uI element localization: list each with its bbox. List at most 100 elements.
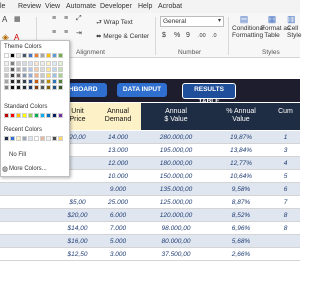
theme-shade-swatch[interactable] [52,85,57,90]
theme-color-swatch[interactable] [10,53,15,58]
cell-annual-value[interactable]: 125.000,00 [141,196,211,209]
cell-annual-pct[interactable]: 6,96% [211,222,271,235]
format-as-table-button[interactable]: ▦ Format as Table [261,14,290,39]
theme-shade-swatch[interactable] [10,79,15,84]
conditional-formatting-button[interactable]: ▤ Conditional Formatting [232,14,265,39]
standard-color-swatch[interactable] [34,113,39,118]
cell-annual-demand[interactable]: 9.000 [95,183,141,196]
theme-shade-swatch[interactable] [16,85,21,90]
menu-developer[interactable]: Developer [100,3,132,10]
cell-annual-demand[interactable]: 10.000 [95,170,141,183]
recent-color-swatch[interactable] [58,136,63,141]
cell-annual-value[interactable]: 98.000,00 [141,222,211,235]
menu-review[interactable]: Review [18,3,41,10]
theme-shade-swatch[interactable] [10,73,15,78]
theme-shade-swatch[interactable] [16,73,21,78]
align-top-icon[interactable]: ≡ [52,15,56,22]
theme-shade-swatch[interactable] [58,61,63,66]
theme-shade-swatch[interactable] [22,85,27,90]
theme-shade-swatch[interactable] [22,67,27,72]
standard-color-swatch[interactable] [10,113,15,118]
cell-cumulative[interactable]: 3 [271,144,300,157]
cell-cumulative[interactable]: 4 [271,157,300,170]
menu-file[interactable]: le [0,3,5,10]
theme-color-swatch[interactable] [4,53,9,58]
standard-color-swatch[interactable] [58,113,63,118]
theme-shade-swatch[interactable] [46,85,51,90]
cell-annual-pct[interactable]: 8,87% [211,196,271,209]
theme-shade-swatch[interactable] [28,67,33,72]
cell-unit-price[interactable]: $5,00 [60,196,95,209]
theme-shade-swatch[interactable] [4,67,9,72]
increase-decimal-button[interactable]: .00 [198,33,206,39]
cell-unit-price[interactable]: $12,50 [60,248,95,261]
theme-shade-swatch[interactable] [34,67,39,72]
theme-color-swatch[interactable] [40,53,45,58]
recent-color-swatch[interactable] [34,136,39,141]
theme-shade-swatch[interactable] [34,61,39,66]
theme-color-swatch[interactable] [34,53,39,58]
cell-annual-value[interactable]: 150.000,00 [141,170,211,183]
cell-unit-price[interactable]: $20,00 [60,209,95,222]
align-left-icon[interactable]: ≡ [52,29,56,36]
number-format-select[interactable]: General ▾ [160,16,224,27]
theme-shade-swatch[interactable] [34,85,39,90]
cell-unit-price[interactable]: $16,00 [60,235,95,248]
cell-annual-pct[interactable]: 2,66% [211,248,271,261]
theme-color-swatch[interactable] [52,53,57,58]
theme-color-swatch[interactable] [28,53,33,58]
theme-shade-swatch[interactable] [22,79,27,84]
cell-annual-demand[interactable]: 12.000 [95,157,141,170]
align-middle-icon[interactable]: ≡ [64,15,68,22]
theme-shade-swatch[interactable] [10,67,15,72]
decrease-decimal-button[interactable]: .0 [212,33,217,39]
standard-color-swatch[interactable] [16,113,21,118]
cell-annual-demand[interactable]: 5.000 [95,235,141,248]
menu-help[interactable]: Help [138,3,152,10]
cell-cumulative[interactable]: 7 [271,196,300,209]
cell-cumulative[interactable]: 8 [271,209,300,222]
cell-unit-price[interactable]: $14,00 [60,222,95,235]
cell-annual-demand[interactable]: 14.000 [95,131,141,144]
cell-cumulative[interactable]: 1 [271,131,300,144]
theme-shade-swatch[interactable] [28,61,33,66]
align-center-icon[interactable]: ≡ [64,29,68,36]
theme-shade-swatch[interactable] [52,73,57,78]
cell-annual-value[interactable]: 180.000,00 [141,157,211,170]
cell-annual-demand[interactable]: 3.000 [95,248,141,261]
currency-button[interactable]: $ [162,32,166,39]
cell-annual-pct[interactable]: 13,84% [211,144,271,157]
borders-icon[interactable]: ▦ [14,15,21,23]
cell-annual-value[interactable]: 120.000,00 [141,209,211,222]
theme-shade-swatch[interactable] [22,73,27,78]
merge-center-button[interactable]: ⬌ Merge & Center [96,32,149,40]
theme-shade-swatch[interactable] [40,85,45,90]
theme-shade-swatch[interactable] [58,73,63,78]
theme-shade-swatch[interactable] [52,79,57,84]
theme-shade-swatch[interactable] [4,73,9,78]
standard-color-swatch[interactable] [40,113,45,118]
recent-color-swatch[interactable] [52,136,57,141]
cell-cumulative[interactable]: 6 [271,183,300,196]
cell-cumulative[interactable]: 5 [271,170,300,183]
wrap-text-button[interactable]: ⮐ Wrap Text [96,18,133,29]
theme-shade-swatch[interactable] [34,79,39,84]
comma-style-button[interactable]: 9 [186,32,190,39]
theme-shade-swatch[interactable] [4,85,9,90]
cell-annual-value[interactable]: 37.500,00 [141,248,211,261]
theme-shade-swatch[interactable] [22,61,27,66]
theme-shade-swatch[interactable] [46,67,51,72]
standard-color-swatch[interactable] [46,113,51,118]
theme-shade-swatch[interactable] [16,61,21,66]
cell-annual-value[interactable]: 280.000,00 [141,131,211,144]
theme-shade-swatch[interactable] [28,85,33,90]
theme-color-swatch[interactable] [58,53,63,58]
recent-color-swatch[interactable] [40,136,45,141]
cell-annual-demand[interactable]: 7.000 [95,222,141,235]
theme-shade-swatch[interactable] [58,85,63,90]
menu-automate[interactable]: Automate [66,3,96,10]
standard-color-swatch[interactable] [52,113,57,118]
theme-shade-swatch[interactable] [52,61,57,66]
theme-shade-swatch[interactable] [28,79,33,84]
theme-color-swatch[interactable] [16,53,21,58]
